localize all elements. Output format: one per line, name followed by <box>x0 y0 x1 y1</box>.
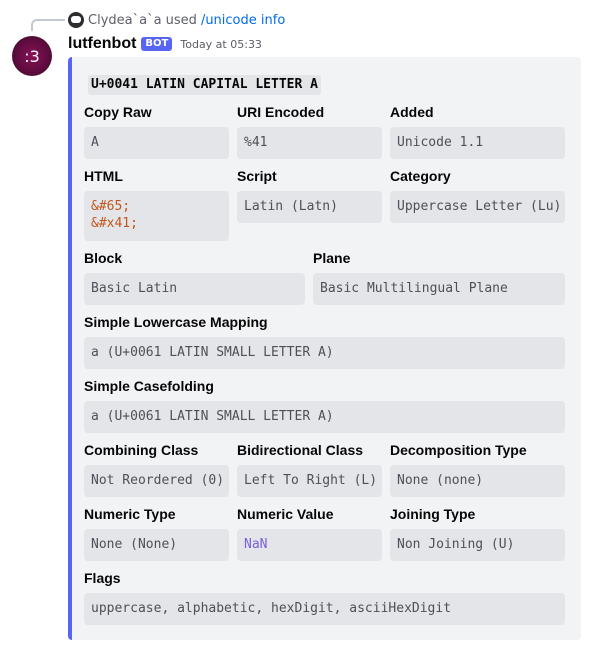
field-value-script[interactable]: Latin (Latn) <box>237 191 382 223</box>
field-value-copy-raw[interactable]: A <box>84 127 229 159</box>
field-value-numeric-type[interactable]: None (None) <box>84 529 229 561</box>
field-name-casefolding: Simple Casefolding <box>84 378 214 394</box>
discord-user-icon <box>68 12 84 28</box>
reply-connector <box>31 19 65 31</box>
field-value-joining-type[interactable]: Non Joining (U) <box>390 529 565 561</box>
field-name-added: Added <box>390 104 434 120</box>
field-name-joining-type: Joining Type <box>390 506 476 522</box>
message-header: lutfenbot BOT Today at 05:33 <box>68 34 262 54</box>
field-name-numeric-value: Numeric Value <box>237 506 334 522</box>
avatar[interactable]: :3 <box>12 36 52 76</box>
reply-username[interactable]: Clydea`a`a used <box>88 13 197 28</box>
field-value-category[interactable]: Uppercase Letter (Lu) <box>390 191 565 223</box>
embed-title: U+0041 LATIN CAPITAL LETTER A <box>88 75 321 95</box>
field-value-combining-class[interactable]: Not Reordered (0) <box>84 465 229 497</box>
slash-command-link[interactable]: /unicode info <box>201 13 285 28</box>
html-entity-decimal: &#65; <box>91 199 131 214</box>
author-name[interactable]: lutfenbot <box>68 35 136 53</box>
field-name-html: HTML <box>84 168 123 184</box>
field-name-bidirectional-class: Bidirectional Class <box>237 442 364 458</box>
field-name-plane: Plane <box>313 250 351 266</box>
field-name-decomposition-type: Decomposition Type <box>390 442 527 458</box>
field-name-combining-class: Combining Class <box>84 442 199 458</box>
timestamp[interactable]: Today at 05:33 <box>180 38 262 51</box>
field-name-block: Block <box>84 250 123 266</box>
field-value-numeric-value[interactable]: NaN <box>237 529 382 561</box>
bot-badge: BOT <box>141 37 173 51</box>
avatar-text: :3 <box>24 46 40 66</box>
field-value-block[interactable]: Basic Latin <box>84 273 305 305</box>
field-value-decomposition-type[interactable]: None (none) <box>390 465 565 497</box>
field-name-lowercase-mapping: Simple Lowercase Mapping <box>84 314 268 330</box>
reply-context: Clydea`a`a used /unicode info <box>68 11 285 29</box>
html-entity-hex: &#x41; <box>91 216 138 231</box>
field-value-uri-encoded[interactable]: %41 <box>237 127 382 159</box>
field-name-flags: Flags <box>84 570 121 586</box>
field-name-category: Category <box>390 168 451 184</box>
field-value-html[interactable]: &#65; &#x41; <box>84 191 229 241</box>
field-name-copy-raw: Copy Raw <box>84 104 152 120</box>
field-name-script: Script <box>237 168 277 184</box>
field-value-added[interactable]: Unicode 1.1 <box>390 127 565 159</box>
field-value-bidirectional-class[interactable]: Left To Right (L) <box>237 465 382 497</box>
field-value-casefolding[interactable]: a (U+0061 LATIN SMALL LETTER A) <box>84 401 565 433</box>
field-name-uri-encoded: URI Encoded <box>237 104 325 120</box>
embed: U+0041 LATIN CAPITAL LETTER A Copy Raw A… <box>68 57 581 640</box>
field-value-plane[interactable]: Basic Multilingual Plane <box>313 273 565 305</box>
field-value-flags[interactable]: uppercase, alphabetic, hexDigit, asciiHe… <box>84 593 565 625</box>
field-value-lowercase-mapping[interactable]: a (U+0061 LATIN SMALL LETTER A) <box>84 337 565 369</box>
field-name-numeric-type: Numeric Type <box>84 506 176 522</box>
